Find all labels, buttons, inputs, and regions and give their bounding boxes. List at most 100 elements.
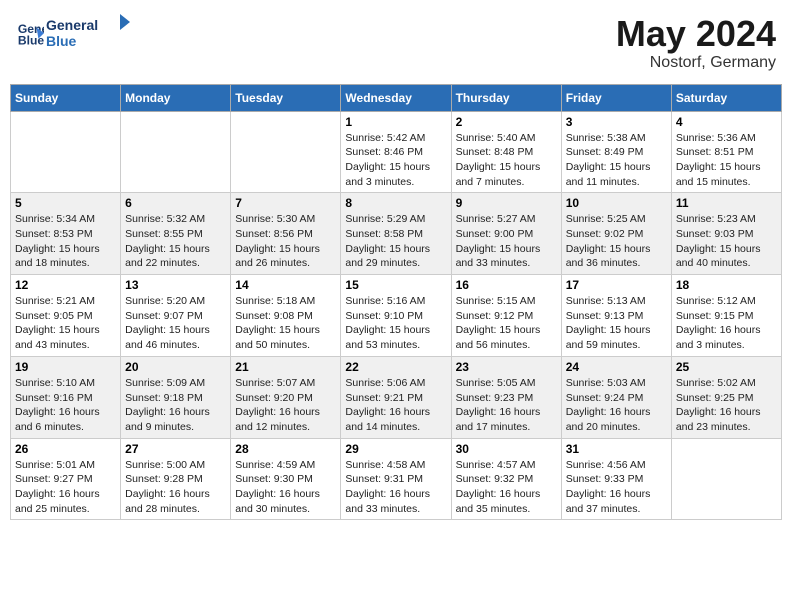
day-number: 9 [456, 196, 557, 210]
calendar-cell: 20 Sunrise: 5:09 AM Sunset: 9:18 PM Dayli… [121, 356, 231, 438]
day-number: 1 [345, 115, 446, 129]
calendar-cell [121, 111, 231, 193]
svg-text:Blue: Blue [46, 33, 77, 49]
calendar-cell: 9 Sunrise: 5:27 AM Sunset: 9:00 PM Daylig… [451, 193, 561, 275]
calendar-week-row: 5 Sunrise: 5:34 AM Sunset: 8:53 PM Daylig… [11, 193, 782, 275]
day-info: Sunrise: 5:27 AM Sunset: 9:00 PM Dayligh… [456, 212, 557, 271]
calendar-cell [671, 438, 781, 520]
day-info: Sunrise: 5:01 AM Sunset: 9:27 PM Dayligh… [15, 458, 116, 517]
calendar-week-row: 1Sunrise: 5:42 AM Sunset: 8:46 PM Daylig… [11, 111, 782, 193]
day-number: 10 [566, 196, 667, 210]
calendar-cell: 6Sunrise: 5:32 AM Sunset: 8:55 PM Daylig… [121, 193, 231, 275]
calendar-cell: 13 Sunrise: 5:20 AM Sunset: 9:07 PM Dayli… [121, 275, 231, 357]
month-year: May 2024 [616, 14, 776, 54]
day-number: 7 [235, 196, 336, 210]
day-number: 2 [456, 115, 557, 129]
day-info: Sunrise: 5:32 AM Sunset: 8:55 PM Dayligh… [125, 212, 226, 271]
calendar-cell: 30 Sunrise: 4:57 AM Sunset: 9:32 PM Dayli… [451, 438, 561, 520]
calendar-cell: 18 Sunrise: 5:12 AM Sunset: 9:15 PM Dayli… [671, 275, 781, 357]
svg-text:General: General [46, 17, 98, 33]
calendar-cell: 27 Sunrise: 5:00 AM Sunset: 9:28 PM Dayli… [121, 438, 231, 520]
weekday-header: Monday [121, 84, 231, 111]
calendar-cell: 26 Sunrise: 5:01 AM Sunset: 9:27 PM Dayli… [11, 438, 121, 520]
day-info: Sunrise: 5:15 AM Sunset: 9:12 PM Dayligh… [456, 294, 557, 353]
calendar-cell: 3 Sunrise: 5:38 AM Sunset: 8:49 PM Daylig… [561, 111, 671, 193]
calendar-cell: 15 Sunrise: 5:16 AM Sunset: 9:10 PM Dayli… [341, 275, 451, 357]
day-info: Sunrise: 5:09 AM Sunset: 9:18 PM Dayligh… [125, 376, 226, 435]
day-number: 5 [15, 196, 116, 210]
day-number: 12 [15, 278, 116, 292]
day-info: Sunrise: 4:59 AM Sunset: 9:30 PM Dayligh… [235, 458, 336, 517]
day-number: 28 [235, 442, 336, 456]
calendar-cell: 2Sunrise: 5:40 AM Sunset: 8:48 PM Daylig… [451, 111, 561, 193]
day-info: Sunrise: 4:56 AM Sunset: 9:33 PM Dayligh… [566, 458, 667, 517]
day-info: Sunrise: 5:20 AM Sunset: 9:07 PM Dayligh… [125, 294, 226, 353]
day-number: 13 [125, 278, 226, 292]
weekday-header: Tuesday [231, 84, 341, 111]
day-number: 17 [566, 278, 667, 292]
day-info: Sunrise: 5:34 AM Sunset: 8:53 PM Dayligh… [15, 212, 116, 271]
calendar-header-row: SundayMondayTuesdayWednesdayThursdayFrid… [11, 84, 782, 111]
day-number: 11 [676, 196, 777, 210]
day-info: Sunrise: 5:03 AM Sunset: 9:24 PM Dayligh… [566, 376, 667, 435]
month-title: May 2024 Nostorf, Germany [616, 14, 776, 72]
day-number: 21 [235, 360, 336, 374]
day-number: 24 [566, 360, 667, 374]
day-number: 25 [676, 360, 777, 374]
weekday-header: Thursday [451, 84, 561, 111]
day-info: Sunrise: 5:12 AM Sunset: 9:15 PM Dayligh… [676, 294, 777, 353]
day-info: Sunrise: 4:58 AM Sunset: 9:31 PM Dayligh… [345, 458, 446, 517]
calendar-cell [11, 111, 121, 193]
calendar-cell: 1Sunrise: 5:42 AM Sunset: 8:46 PM Daylig… [341, 111, 451, 193]
day-info: Sunrise: 5:18 AM Sunset: 9:08 PM Dayligh… [235, 294, 336, 353]
day-info: Sunrise: 4:57 AM Sunset: 9:32 PM Dayligh… [456, 458, 557, 517]
logo-icon: General Blue [16, 20, 44, 48]
weekday-header: Saturday [671, 84, 781, 111]
calendar-cell: 24 Sunrise: 5:03 AM Sunset: 9:24 PM Dayli… [561, 356, 671, 438]
day-number: 22 [345, 360, 446, 374]
day-info: Sunrise: 5:13 AM Sunset: 9:13 PM Dayligh… [566, 294, 667, 353]
day-info: Sunrise: 5:29 AM Sunset: 8:58 PM Dayligh… [345, 212, 446, 271]
day-number: 14 [235, 278, 336, 292]
weekday-header: Wednesday [341, 84, 451, 111]
day-number: 23 [456, 360, 557, 374]
day-info: Sunrise: 5:16 AM Sunset: 9:10 PM Dayligh… [345, 294, 446, 353]
calendar-cell: 31 Sunrise: 4:56 AM Sunset: 9:33 PM Dayli… [561, 438, 671, 520]
page-header: General Blue General Blue May 2024 Nosto… [10, 10, 782, 76]
calendar-cell: 23 Sunrise: 5:05 AM Sunset: 9:23 PM Dayli… [451, 356, 561, 438]
calendar-cell: 14 Sunrise: 5:18 AM Sunset: 9:08 PM Dayli… [231, 275, 341, 357]
day-number: 27 [125, 442, 226, 456]
calendar-cell: 7Sunrise: 5:30 AM Sunset: 8:56 PM Daylig… [231, 193, 341, 275]
calendar-cell: 8 Sunrise: 5:29 AM Sunset: 8:58 PM Daylig… [341, 193, 451, 275]
day-info: Sunrise: 5:00 AM Sunset: 9:28 PM Dayligh… [125, 458, 226, 517]
calendar-cell: 21Sunrise: 5:07 AM Sunset: 9:20 PM Dayli… [231, 356, 341, 438]
calendar-cell: 10 Sunrise: 5:25 AM Sunset: 9:02 PM Dayli… [561, 193, 671, 275]
logo: General Blue General Blue [16, 14, 136, 54]
day-number: 3 [566, 115, 667, 129]
day-number: 29 [345, 442, 446, 456]
calendar-week-row: 26 Sunrise: 5:01 AM Sunset: 9:27 PM Dayli… [11, 438, 782, 520]
day-number: 18 [676, 278, 777, 292]
day-info: Sunrise: 5:21 AM Sunset: 9:05 PM Dayligh… [15, 294, 116, 353]
calendar-cell: 12 Sunrise: 5:21 AM Sunset: 9:05 PM Dayli… [11, 275, 121, 357]
day-info: Sunrise: 5:25 AM Sunset: 9:02 PM Dayligh… [566, 212, 667, 271]
logo-svg: General Blue [46, 14, 136, 54]
calendar-cell [231, 111, 341, 193]
calendar-week-row: 12 Sunrise: 5:21 AM Sunset: 9:05 PM Dayli… [11, 275, 782, 357]
day-number: 20 [125, 360, 226, 374]
calendar-cell: 25 Sunrise: 5:02 AM Sunset: 9:25 PM Dayli… [671, 356, 781, 438]
day-info: Sunrise: 5:10 AM Sunset: 9:16 PM Dayligh… [15, 376, 116, 435]
day-number: 26 [15, 442, 116, 456]
calendar-cell: 19 Sunrise: 5:10 AM Sunset: 9:16 PM Dayli… [11, 356, 121, 438]
day-number: 8 [345, 196, 446, 210]
day-number: 31 [566, 442, 667, 456]
day-number: 19 [15, 360, 116, 374]
day-info: Sunrise: 5:38 AM Sunset: 8:49 PM Dayligh… [566, 131, 667, 190]
day-info: Sunrise: 5:05 AM Sunset: 9:23 PM Dayligh… [456, 376, 557, 435]
calendar-week-row: 19 Sunrise: 5:10 AM Sunset: 9:16 PM Dayli… [11, 356, 782, 438]
day-number: 15 [345, 278, 446, 292]
day-info: Sunrise: 5:36 AM Sunset: 8:51 PM Dayligh… [676, 131, 777, 190]
day-number: 30 [456, 442, 557, 456]
day-info: Sunrise: 5:02 AM Sunset: 9:25 PM Dayligh… [676, 376, 777, 435]
calendar-body: 1Sunrise: 5:42 AM Sunset: 8:46 PM Daylig… [11, 111, 782, 520]
